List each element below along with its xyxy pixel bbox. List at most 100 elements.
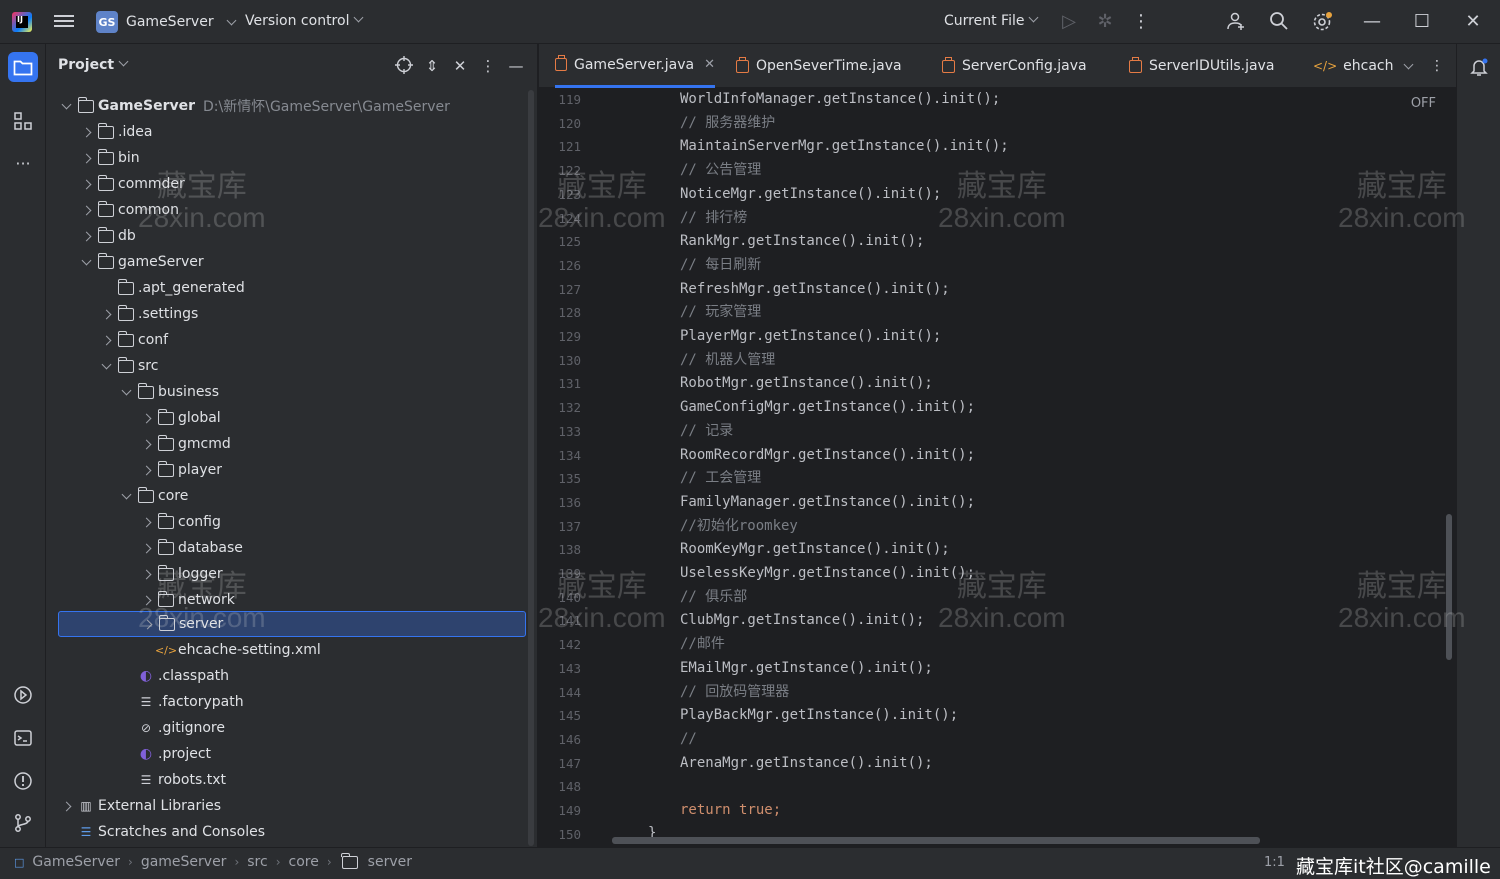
tree-item[interactable]: ☰ robots.txt — [46, 767, 526, 793]
settings-gear-icon[interactable] — [1311, 11, 1333, 33]
problems-icon[interactable] — [8, 766, 38, 796]
chevron-right-icon[interactable] — [58, 798, 74, 814]
tab-options-icon[interactable]: ⋮ — [1430, 44, 1444, 88]
tab-ehcache-xml[interactable]: </> ehcach — [1313, 44, 1394, 88]
tab-serverconfig-java[interactable]: ServerConfig.java — [942, 44, 1087, 88]
debug-icon[interactable]: ✲ — [1094, 11, 1116, 33]
breadcrumb-item[interactable]: core — [289, 854, 319, 870]
chevron-right-icon[interactable] — [138, 514, 154, 530]
chevron-down-icon[interactable] — [58, 98, 74, 114]
tree-item-label: robots.txt — [158, 772, 226, 788]
breadcrumb-item[interactable]: server — [368, 854, 412, 870]
hide-panel-icon[interactable]: — — [506, 56, 526, 76]
services-icon[interactable] — [8, 680, 38, 710]
chevron-right-icon[interactable] — [98, 332, 114, 348]
collapse-all-icon[interactable]: ✕ — [450, 56, 470, 76]
tabs-overflow-icon[interactable] — [1399, 44, 1414, 88]
tab-gameserver-java[interactable]: GameServer.java ✕ — [555, 44, 715, 88]
git-icon[interactable] — [8, 808, 38, 838]
breadcrumb-item[interactable]: GameServer — [32, 854, 120, 870]
run-icon[interactable]: ▷ — [1058, 11, 1080, 33]
tree-item[interactable]: conf — [46, 327, 526, 353]
chevron-right-icon[interactable] — [98, 306, 114, 322]
tree-item[interactable]: commder — [46, 171, 526, 197]
search-icon[interactable] — [1268, 11, 1290, 33]
chevron-right-icon[interactable] — [138, 592, 154, 608]
chevron-right-icon[interactable] — [78, 150, 94, 166]
tree-item[interactable]: .apt_generated — [46, 275, 526, 301]
folder-icon — [158, 614, 175, 631]
tree-item[interactable]: ☰ .factorypath — [46, 689, 526, 715]
tree-item[interactable]: network — [46, 587, 526, 613]
terminal-icon[interactable] — [8, 723, 38, 753]
notifications-bell-icon[interactable] — [1464, 52, 1494, 82]
tree-item-selected[interactable]: server — [58, 611, 526, 637]
breadcrumb-item[interactable]: gameServer — [141, 854, 227, 870]
tree-item[interactable]: ⊘ .gitignore — [46, 715, 526, 741]
chevron-down-icon[interactable] — [118, 384, 134, 400]
tree-item[interactable]: config — [46, 509, 526, 535]
tree-item[interactable]: gmcmd — [46, 431, 526, 457]
project-panel-title[interactable]: Project — [58, 56, 129, 73]
add-user-icon[interactable] — [1225, 11, 1247, 33]
tree-item[interactable]: </> ehcache-setting.xml — [46, 637, 526, 663]
tree-item[interactable]: src — [46, 353, 526, 379]
chevron-right-icon[interactable] — [138, 436, 154, 452]
tree-item[interactable]: ☰ Scratches and Consoles — [46, 819, 526, 845]
main-menu-icon[interactable] — [54, 12, 74, 32]
code-area[interactable]: WorldInfoManager.getInstance().init(); //… — [611, 88, 1446, 847]
more-actions-icon[interactable]: ⋮ — [1130, 11, 1152, 33]
chevron-right-icon[interactable] — [78, 228, 94, 244]
more-tools-icon[interactable]: ··· — [8, 148, 38, 178]
tree-item[interactable]: ◐ .project — [46, 741, 526, 767]
tree-item[interactable]: gameServer — [46, 249, 526, 275]
inlay-off-label[interactable]: OFF — [1411, 96, 1436, 111]
locate-icon[interactable] — [394, 56, 414, 76]
editor-vertical-scrollbar[interactable] — [1446, 514, 1452, 660]
minimize-icon[interactable]: — — [1361, 11, 1383, 33]
tree-root-gameserver[interactable]: GameServer D:\新情怀\GameServer\GameServer — [46, 93, 526, 119]
chevron-right-icon[interactable] — [138, 410, 154, 426]
tree-item[interactable]: core — [46, 483, 526, 509]
run-config-selector[interactable]: Current File — [944, 12, 1039, 29]
expand-all-icon[interactable]: ⇕ — [422, 56, 442, 76]
tree-item[interactable]: global — [46, 405, 526, 431]
java-file-icon — [736, 56, 749, 73]
tree-item[interactable]: database — [46, 535, 526, 561]
chevron-right-icon[interactable] — [139, 616, 155, 632]
options-icon[interactable]: ⋮ — [478, 56, 498, 76]
breadcrumb-item[interactable]: src — [247, 854, 267, 870]
close-icon[interactable]: ✕ — [1462, 11, 1484, 33]
tab-serveridutils-java[interactable]: ServerIDUtils.java — [1129, 44, 1274, 88]
chevron-right-icon[interactable] — [78, 176, 94, 192]
tree-item[interactable]: .settings — [46, 301, 526, 327]
chevron-right-icon[interactable] — [138, 462, 154, 478]
tree-item[interactable]: ◐ .classpath — [46, 663, 526, 689]
editor-horizontal-scrollbar[interactable] — [612, 837, 1260, 844]
chevron-down-icon[interactable] — [98, 358, 114, 374]
tree-item[interactable]: business — [46, 379, 526, 405]
chevron-right-icon[interactable] — [78, 202, 94, 218]
code-line: RoomRecordMgr.getInstance().init(); — [680, 446, 976, 463]
project-switcher[interactable]: GS GameServer — [96, 11, 237, 33]
tree-item[interactable]: player — [46, 457, 526, 483]
tree-item[interactable]: db — [46, 223, 526, 249]
vcs-widget[interactable]: Version control — [245, 12, 364, 29]
tab-opensevertime-java[interactable]: OpenSeverTime.java — [736, 44, 902, 88]
tree-item[interactable]: bin — [46, 145, 526, 171]
tree-item[interactable]: common — [46, 197, 526, 223]
tree-item[interactable]: logger — [46, 561, 526, 587]
tree-item[interactable]: .idea — [46, 119, 526, 145]
maximize-icon[interactable]: ☐ — [1411, 11, 1433, 33]
structure-icon[interactable] — [8, 106, 38, 136]
project-tool-button[interactable] — [8, 52, 38, 82]
caret-position[interactable]: 1:1 — [1264, 855, 1285, 870]
chevron-right-icon[interactable] — [138, 540, 154, 556]
chevron-right-icon[interactable] — [78, 124, 94, 140]
chevron-right-icon[interactable] — [138, 566, 154, 582]
tree-item[interactable]: ▥ External Libraries — [46, 793, 526, 819]
chevron-down-icon[interactable] — [78, 254, 94, 270]
chevron-down-icon[interactable] — [118, 488, 134, 504]
close-tab-icon[interactable]: ✕ — [704, 57, 715, 72]
editor-tabs: GameServer.java ✕ OpenSeverTime.java Ser… — [539, 44, 1456, 88]
